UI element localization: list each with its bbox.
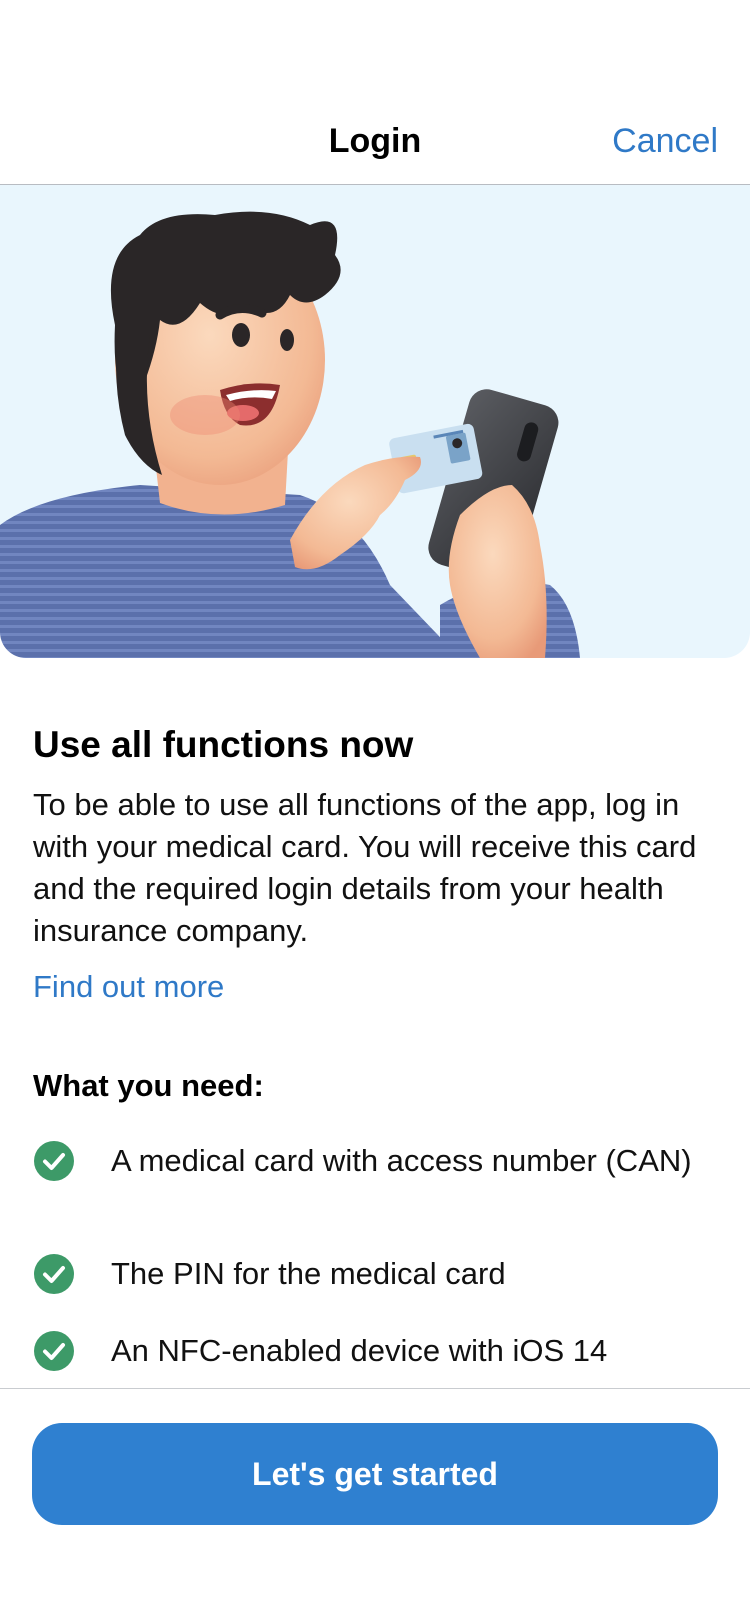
requirement-item: A medical card with access number (CAN) <box>33 1140 723 1182</box>
person-with-card-illustration <box>0 211 580 658</box>
find-out-more-link[interactable]: Find out more <box>33 966 723 1008</box>
requirement-item: An NFC-enabled device with iOS 14 <box>33 1330 723 1372</box>
check-circle-icon <box>34 1254 74 1294</box>
requirement-item: The PIN for the medical card <box>33 1253 723 1295</box>
requirements-title: What you need: <box>33 1068 264 1103</box>
hero-illustration <box>0 185 750 658</box>
headline: Use all functions now <box>33 724 414 765</box>
cancel-button[interactable]: Cancel <box>612 116 718 166</box>
intro-section: Use all functions now To be able to use … <box>33 720 723 1008</box>
get-started-button[interactable]: Let's get started <box>32 1423 718 1525</box>
navigation-bar: Login Cancel <box>0 0 750 185</box>
check-circle-icon <box>34 1141 74 1181</box>
intro-text: To be able to use all functions of the a… <box>33 787 697 948</box>
requirement-text: The PIN for the medical card <box>111 1256 506 1291</box>
check-circle-icon <box>34 1331 74 1371</box>
requirement-text: A medical card with access number (CAN) <box>111 1143 692 1178</box>
footer: Let's get started <box>0 1388 750 1624</box>
requirement-text: An NFC-enabled device with iOS 14 <box>111 1333 608 1368</box>
